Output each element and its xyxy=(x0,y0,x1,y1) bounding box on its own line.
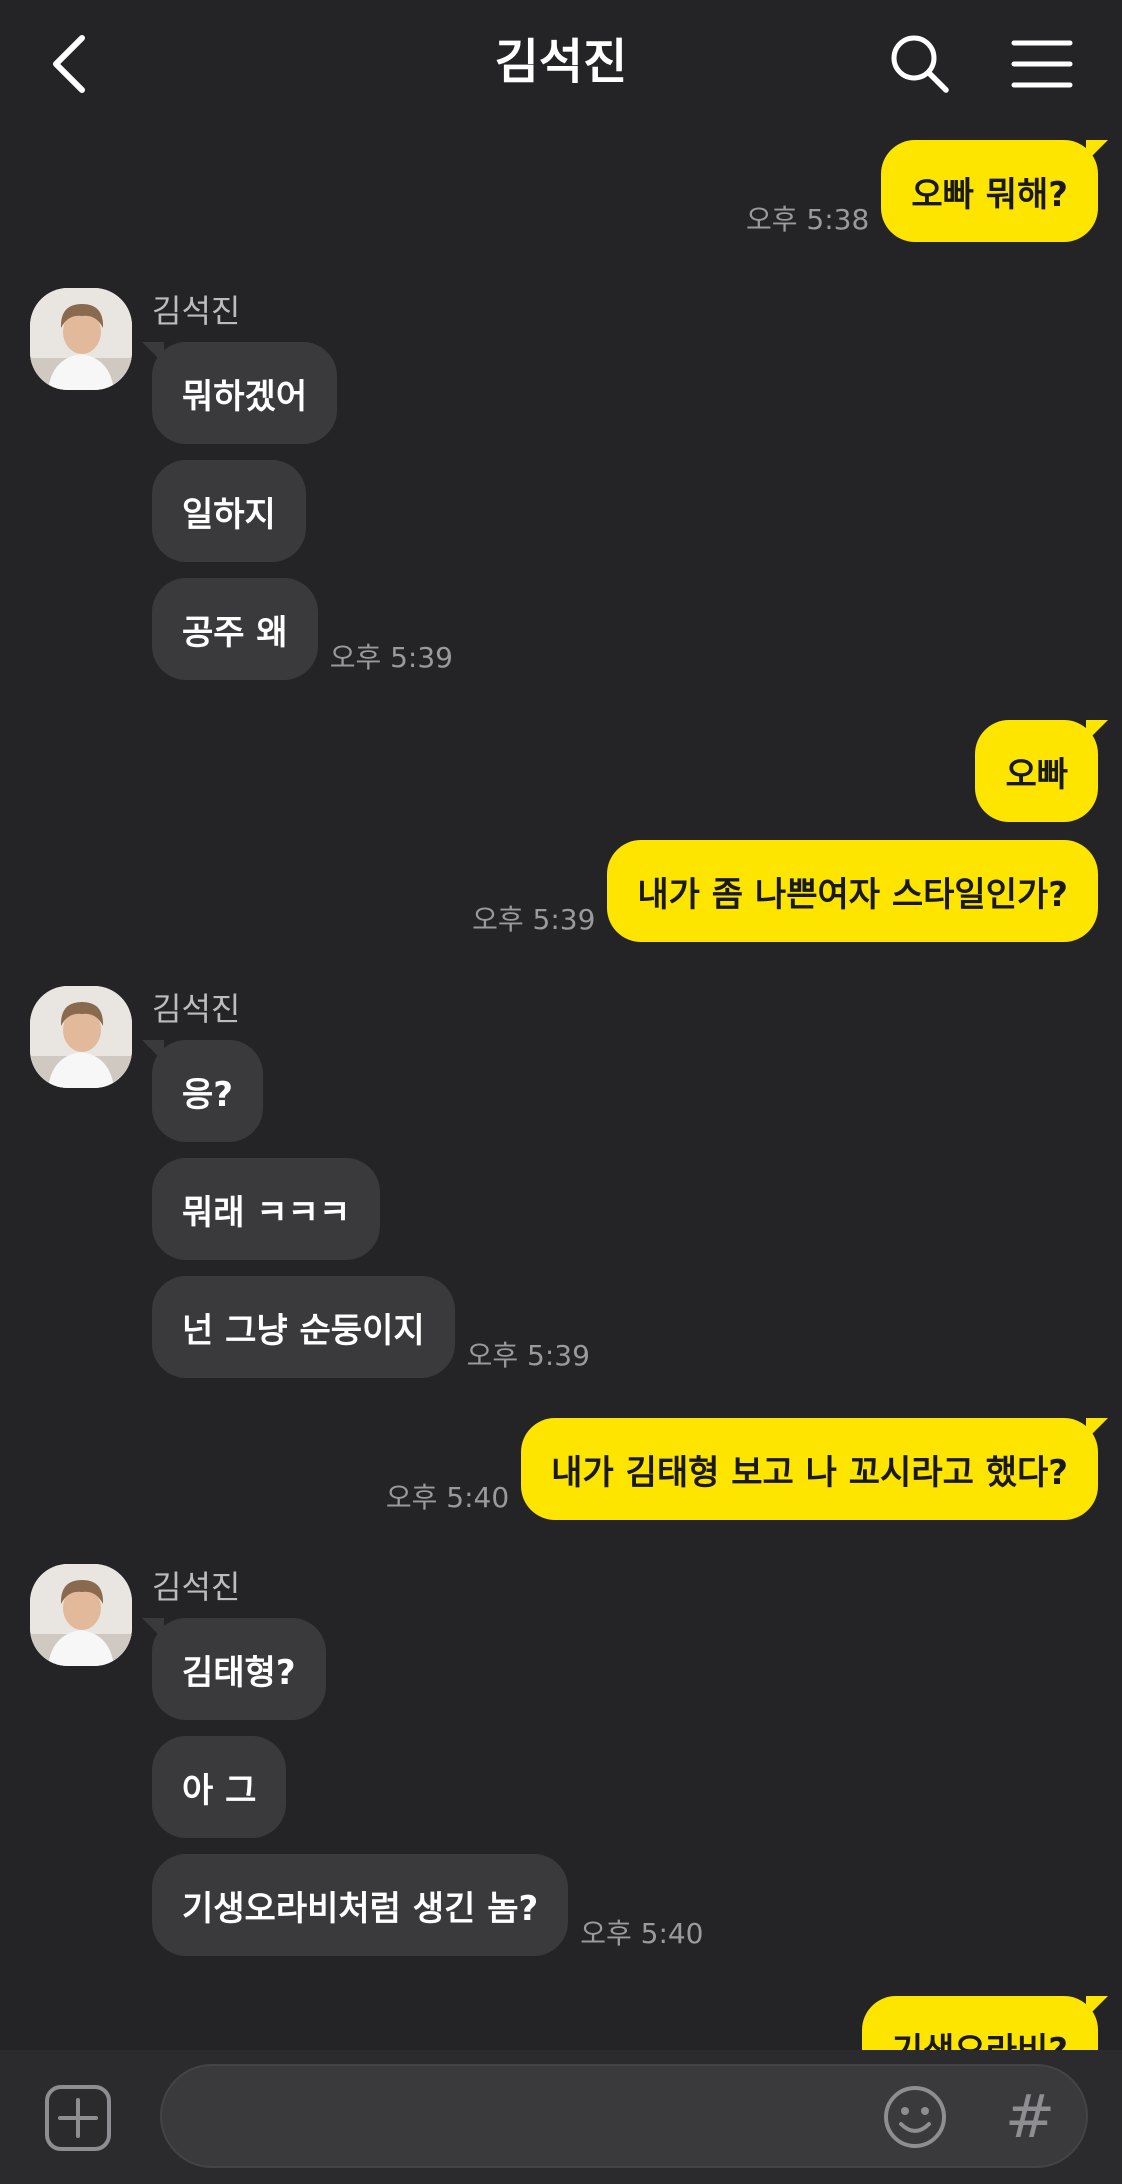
message-row-mine: 기생오라비? xyxy=(861,1996,1109,2050)
message-timestamp: 오후 5:38 xyxy=(746,203,870,236)
attach-button[interactable] xyxy=(44,2084,112,2152)
their-message-bubble[interactable]: 넌 그냥 순둥이지 xyxy=(152,1276,455,1378)
message-row-mine: 오후 5:38 오빠 뭐해? xyxy=(734,140,1108,242)
profile-photo xyxy=(30,1564,132,1666)
emoji-button[interactable] xyxy=(882,2084,948,2150)
message-row-mine: 오빠 xyxy=(975,720,1108,822)
message-row-theirs: 응? xyxy=(141,1040,264,1142)
message-list[interactable]: 오후 5:38 오빠 뭐해? 김석진 뭐하겠어 일하지 공주 왜 오후 5:39… xyxy=(0,128,1122,2050)
message-row-theirs: 김태형? xyxy=(142,1618,326,1720)
message-row-theirs: 기생오라비처럼 생긴 놈? 오후 5:40 xyxy=(152,1854,716,1956)
message-timestamp: 오후 5:40 xyxy=(385,1481,510,1514)
message-composer: # xyxy=(0,2050,1122,2184)
smiley-icon xyxy=(884,2086,946,2148)
profile-photo xyxy=(30,986,132,1088)
avatar[interactable] xyxy=(30,1564,132,1666)
avatar[interactable] xyxy=(30,288,132,390)
chat-header: 김석진 xyxy=(0,0,1122,128)
menu-button[interactable] xyxy=(1010,38,1074,90)
message-row-theirs: 일하지 xyxy=(152,460,306,562)
their-message-bubble[interactable]: 기생오라비처럼 생긴 놈? xyxy=(152,1854,569,1956)
my-message-bubble[interactable]: 오빠 xyxy=(975,720,1108,822)
message-row-theirs: 넌 그냥 순둥이지 오후 5:39 xyxy=(152,1276,602,1378)
sender-name: 김석진 xyxy=(152,1568,241,1606)
search-button[interactable] xyxy=(890,34,950,94)
my-message-bubble[interactable]: 내가 김태형 보고 나 꼬시라고 했다? xyxy=(521,1418,1108,1520)
their-message-bubble[interactable]: 응? xyxy=(141,1040,264,1142)
chat-title: 김석진 xyxy=(494,34,628,90)
message-row-mine: 오후 5:39 내가 좀 나쁜여자 스타일인가? xyxy=(460,840,1098,942)
message-timestamp: 오후 5:39 xyxy=(472,903,596,936)
my-message-bubble[interactable]: 기생오라비? xyxy=(861,1996,1109,2050)
message-row-theirs: 공주 왜 오후 5:39 xyxy=(152,578,465,680)
profile-photo xyxy=(30,288,132,390)
search-icon xyxy=(891,35,949,93)
my-message-bubble[interactable]: 내가 좀 나쁜여자 스타일인가? xyxy=(607,840,1098,942)
message-input[interactable] xyxy=(198,2066,882,2168)
their-message-bubble[interactable]: 공주 왜 xyxy=(152,578,318,680)
my-message-bubble[interactable]: 오빠 뭐해? xyxy=(881,140,1108,242)
message-row-theirs: 뭐하겠어 xyxy=(141,342,338,444)
message-row-theirs: 아 그 xyxy=(152,1736,287,1838)
hamburger-menu-icon xyxy=(1011,40,1073,88)
hashtag-button[interactable]: # xyxy=(1002,2082,1058,2152)
plus-square-icon xyxy=(45,2085,111,2151)
message-input-container[interactable]: # xyxy=(160,2064,1088,2168)
message-row-mine: 오후 5:40 내가 김태형 보고 나 꼬시라고 했다? xyxy=(374,1418,1108,1520)
their-message-bubble[interactable]: 아 그 xyxy=(152,1736,287,1838)
their-message-bubble[interactable]: 뭐하겠어 xyxy=(141,342,338,444)
their-message-bubble[interactable]: 뭐래 ㅋㅋㅋ xyxy=(152,1158,381,1260)
sender-name: 김석진 xyxy=(152,990,241,1028)
sender-name: 김석진 xyxy=(152,292,241,330)
message-timestamp: 오후 5:39 xyxy=(329,641,453,674)
their-message-bubble[interactable]: 김태형? xyxy=(142,1618,326,1720)
message-row-theirs: 뭐래 ㅋㅋㅋ xyxy=(152,1158,381,1260)
message-timestamp: 오후 5:39 xyxy=(466,1339,590,1372)
their-message-bubble[interactable]: 일하지 xyxy=(152,460,306,562)
avatar[interactable] xyxy=(30,986,132,1088)
message-timestamp: 오후 5:40 xyxy=(580,1917,704,1950)
